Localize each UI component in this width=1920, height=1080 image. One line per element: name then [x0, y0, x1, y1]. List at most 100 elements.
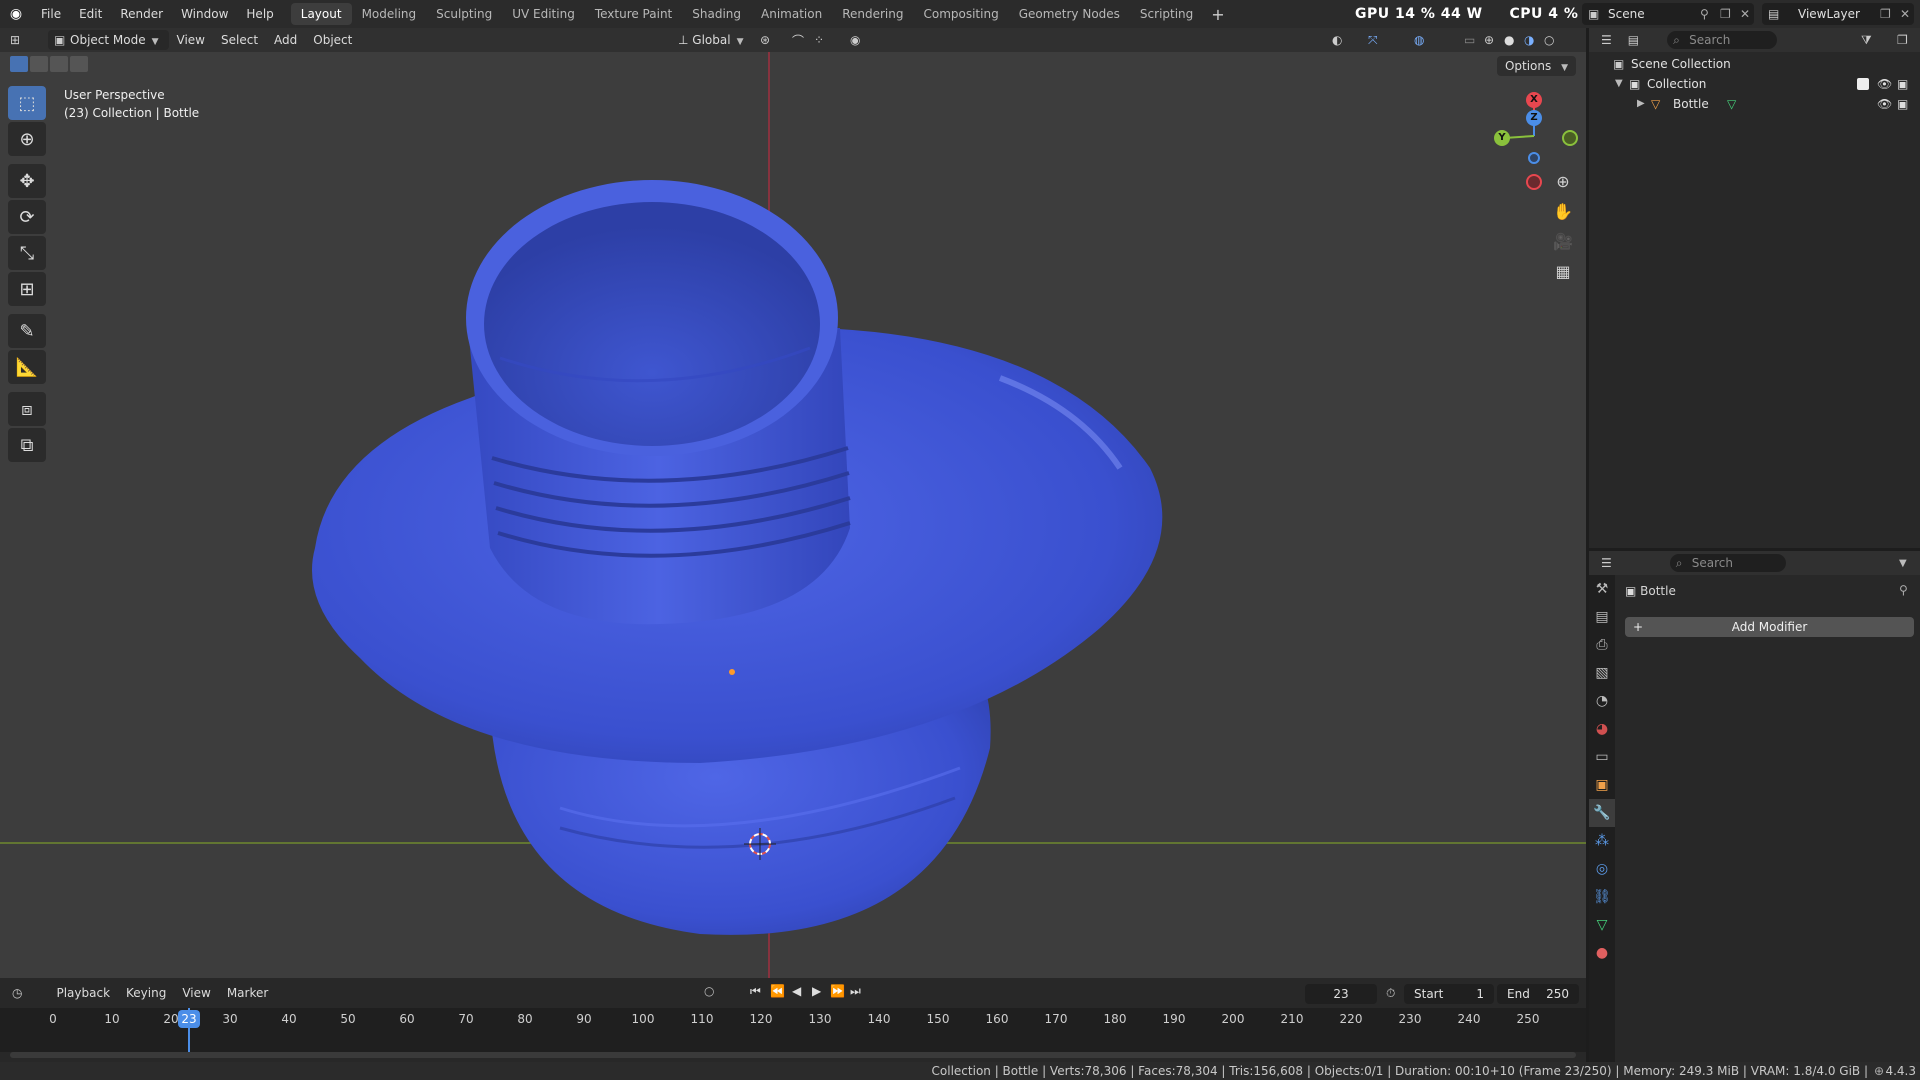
gizmo-y-axis[interactable]: Y [1494, 130, 1510, 146]
tab-rendering[interactable]: Rendering [832, 3, 913, 25]
prev-keyframe-icon[interactable]: ⏪ [770, 984, 785, 998]
menu-file[interactable]: File [32, 0, 70, 28]
scene-selector[interactable]: ▣ Scene ⚲ ❐ ✕ [1582, 3, 1754, 25]
tab-animation[interactable]: Animation [751, 3, 832, 25]
tab-compositing[interactable]: Compositing [913, 3, 1008, 25]
snap-icon[interactable]: ⌒ [792, 32, 804, 49]
camera-render-icon[interactable]: ▣ [1897, 74, 1908, 94]
menu-object[interactable]: Object [305, 30, 360, 50]
editor-type-icon[interactable]: ⊞ [10, 33, 20, 47]
menu-render[interactable]: Render [111, 0, 172, 28]
gizmo-neg-z-axis[interactable] [1528, 152, 1540, 164]
select-box-tool-icon[interactable]: ⬚ [8, 86, 46, 120]
properties-editor-icon[interactable]: ☰ [1589, 556, 1620, 570]
add-cube-tool-icon[interactable]: ⧈ [8, 392, 46, 426]
start-frame-field[interactable]: Start 1 [1404, 984, 1494, 1004]
new-collection-icon[interactable]: ❐ [1897, 33, 1908, 47]
new-scene-icon[interactable]: ❐ [1720, 7, 1731, 21]
pin-icon[interactable]: ⚲ [1700, 7, 1709, 21]
close-view-layer-icon[interactable]: ✕ [1900, 7, 1910, 21]
stopwatch-icon[interactable]: ⏱ [1386, 986, 1395, 1001]
world-tab-icon[interactable]: ◕ [1589, 715, 1615, 743]
scene-tab-icon[interactable]: ◔ [1589, 687, 1615, 715]
rendered-shading-icon[interactable]: ○ [1544, 33, 1554, 47]
gizmo-x-axis[interactable]: X [1526, 92, 1542, 108]
expand-chevron-icon[interactable]: ▼ [1615, 74, 1623, 94]
menu-select[interactable]: Select [213, 30, 266, 50]
physics-tab-icon[interactable]: ◎ [1589, 855, 1615, 883]
end-frame-field[interactable]: End 250 [1497, 984, 1579, 1004]
transform-orientation-dropdown[interactable]: ⊥ Global ▼ [670, 30, 751, 50]
menu-help[interactable]: Help [237, 0, 282, 28]
expand-chevron-icon[interactable]: ▶ [1637, 94, 1645, 114]
data-tab-icon[interactable]: ▽ [1589, 911, 1615, 939]
rotate-tool-icon[interactable]: ⟳ [8, 200, 46, 234]
particles-tab-icon[interactable]: ⁂ [1589, 827, 1615, 855]
gizmo-neg-x-axis[interactable] [1526, 174, 1542, 190]
add-primitive-tool-icon[interactable]: ⧉ [8, 428, 46, 462]
blender-logo-icon[interactable]: ◉ [0, 6, 32, 22]
menu-playback[interactable]: Playback [48, 986, 118, 1000]
material-shading-icon[interactable]: ◑ [1524, 33, 1534, 47]
tab-texture-paint[interactable]: Texture Paint [585, 3, 682, 25]
options-dropdown[interactable]: Options ▼ [1496, 56, 1576, 76]
3d-viewport[interactable]: ⊞ ▣ Object Mode ▼ View Select Add Object ⊥… [0, 28, 1586, 978]
transform-tool-icon[interactable]: ⊞ [8, 272, 46, 306]
close-scene-icon[interactable]: ✕ [1740, 7, 1750, 21]
camera-render-icon[interactable]: ▣ [1897, 94, 1908, 114]
output-tab-icon[interactable]: ⎙ [1589, 631, 1615, 659]
gizmo-toggle-icon[interactable]: ⤧ [1368, 33, 1378, 48]
tab-shading[interactable]: Shading [682, 3, 751, 25]
proportional-edit-icon[interactable]: ◉ [850, 33, 860, 47]
render-tab-icon[interactable]: ▤ [1589, 603, 1615, 631]
overlays-icon[interactable]: ◍ [1414, 33, 1424, 47]
object-tab-icon[interactable]: ▣ [1589, 771, 1615, 799]
pivot-icon[interactable]: ⊛ [760, 33, 770, 47]
scene-collection-row[interactable]: ▣ Scene Collection [1589, 54, 1920, 74]
move-tool-icon[interactable]: ✥ [8, 164, 46, 198]
jump-end-icon[interactable]: ⏭ [850, 984, 861, 999]
select-extend-icon[interactable] [30, 56, 48, 72]
visibility-icon[interactable]: ◐ [1332, 33, 1342, 47]
add-modifier-button[interactable]: + Add Modifier [1625, 617, 1914, 637]
select-new-icon[interactable] [10, 56, 28, 72]
jump-start-icon[interactable]: ⏮ [750, 984, 761, 999]
outliner-search-input[interactable]: ⌕ Search [1667, 31, 1778, 49]
eye-icon[interactable]: 👁 [1877, 94, 1892, 114]
zoom-icon[interactable]: ⊕ [1548, 168, 1578, 194]
menu-timeline-view[interactable]: View [174, 986, 218, 1000]
playhead[interactable]: 23 [178, 1008, 200, 1058]
select-intersect-icon[interactable] [70, 56, 88, 72]
material-tab-icon[interactable]: ● [1589, 939, 1615, 967]
object-row-bottle[interactable]: ▶ ▽ Bottle ▽ 👁 ▣ [1589, 94, 1920, 114]
tab-uv-editing[interactable]: UV Editing [502, 3, 585, 25]
play-icon[interactable]: ▶ [812, 984, 821, 998]
collection-row[interactable]: ▼ ▣ Collection 👁 ▣ [1589, 74, 1920, 94]
gizmo-z-axis[interactable]: Z [1526, 110, 1542, 126]
tool-tab-icon[interactable]: ⚒ [1589, 575, 1615, 603]
select-subtract-icon[interactable] [50, 56, 68, 72]
new-view-layer-icon[interactable]: ❐ [1880, 7, 1891, 21]
auto-key-icon[interactable]: ○ [704, 984, 714, 998]
mode-dropdown[interactable]: ▣ Object Mode ▼ [48, 30, 169, 50]
tab-layout[interactable]: Layout [290, 3, 352, 25]
chevron-down-icon[interactable]: ▼ [1899, 558, 1907, 569]
menu-edit[interactable]: Edit [70, 0, 111, 28]
exclude-checkbox[interactable] [1857, 78, 1869, 90]
measure-tool-icon[interactable]: 📐 [8, 350, 46, 384]
constraints-tab-icon[interactable]: ⛓ [1589, 883, 1615, 911]
camera-view-icon[interactable]: 🎥 [1548, 228, 1578, 254]
filter-icon[interactable]: ⧩ [1861, 33, 1872, 48]
gizmo-neg-y-axis[interactable] [1562, 130, 1578, 146]
properties-search-input[interactable]: ⌕ Search [1669, 554, 1786, 572]
current-frame-field[interactable]: 23 [1305, 984, 1377, 1004]
annotate-tool-icon[interactable]: ✎ [8, 314, 46, 348]
menu-marker[interactable]: Marker [219, 986, 276, 1000]
menu-window[interactable]: Window [172, 0, 237, 28]
play-reverse-icon[interactable]: ◀ [792, 984, 801, 998]
perspective-toggle-icon[interactable]: ▦ [1548, 258, 1578, 284]
menu-view[interactable]: View [169, 30, 213, 50]
pin-icon[interactable]: ⚲ [1899, 583, 1908, 597]
outliner-editor-icon[interactable]: ☰ [1589, 33, 1620, 47]
display-mode-icon[interactable]: ▤ [1620, 33, 1647, 47]
